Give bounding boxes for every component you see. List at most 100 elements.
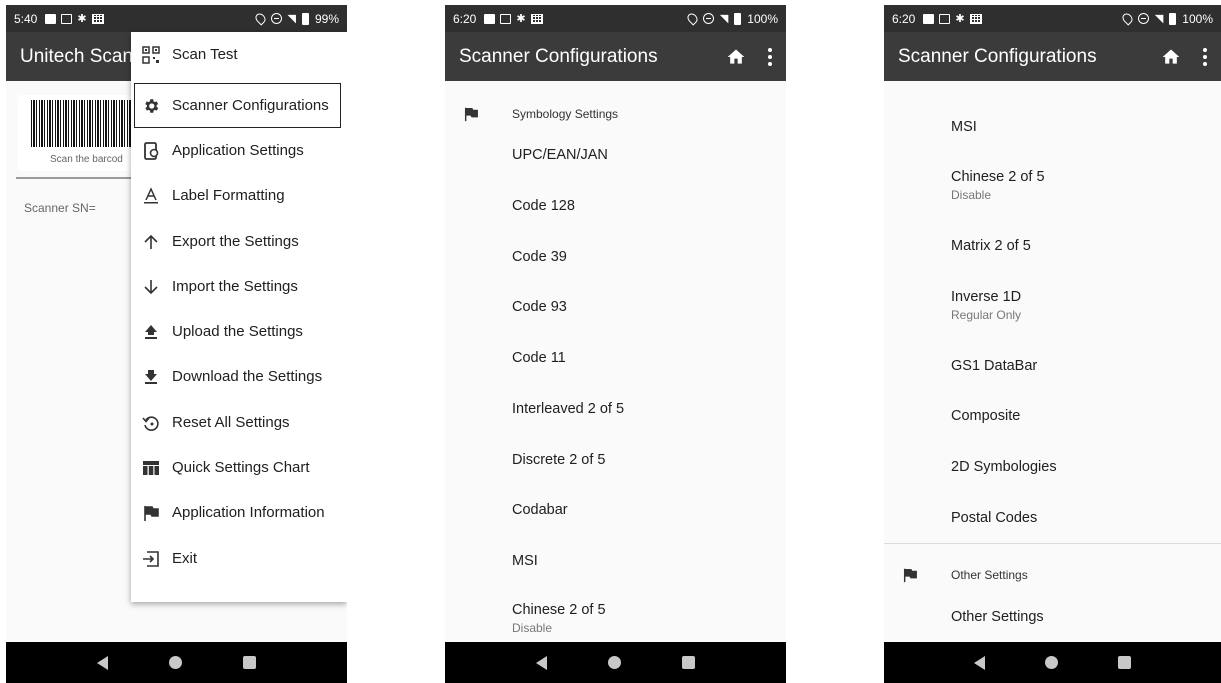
status-time: 6:20 bbox=[892, 11, 916, 26]
battery-icon bbox=[734, 12, 742, 25]
barcode-image bbox=[31, 100, 136, 147]
section-header-other: Other Settings bbox=[884, 553, 1221, 597]
image-notification-icon bbox=[484, 13, 496, 24]
menu-item-label-formatting[interactable]: Label Formatting bbox=[131, 173, 347, 218]
phone-screen-symbology-list-scrolled: 6:20 ✱ ◥ 100% Scanner Configurations MSI… bbox=[884, 5, 1221, 683]
menu-item-import-settings[interactable]: Import the Settings bbox=[131, 264, 347, 309]
list-item[interactable]: Codabar bbox=[512, 485, 786, 535]
list-item[interactable]: Code 11 bbox=[512, 333, 786, 383]
recent-apps-icon[interactable] bbox=[1118, 656, 1131, 669]
menu-item-label: Download the Settings bbox=[172, 368, 323, 385]
menu-item-reset-settings[interactable]: Reset All Settings bbox=[131, 400, 347, 445]
list-item-label: Chinese 2 of 5 bbox=[512, 601, 606, 618]
list-item-label: Code 128 bbox=[512, 198, 575, 214]
cast-notification-icon bbox=[500, 13, 512, 24]
do-not-disturb-icon bbox=[1137, 13, 1149, 24]
menu-item-application-information[interactable]: Application Information bbox=[131, 490, 347, 535]
battery-percent: 99% bbox=[314, 11, 339, 26]
status-time: 6:20 bbox=[453, 11, 477, 26]
list-item[interactable]: Code 93 bbox=[512, 282, 786, 332]
recent-apps-icon[interactable] bbox=[243, 656, 257, 669]
list-item[interactable]: Chinese 2 of 5 Disable bbox=[512, 593, 786, 643]
home-circle-icon[interactable] bbox=[607, 656, 621, 669]
phone-screen-menu: 5:40 ✱ ◥ 99% Unitech Scan Scan the barco… bbox=[6, 5, 347, 683]
list-item[interactable]: GS1 DataBar bbox=[951, 341, 1221, 391]
menu-item-label: Application Settings bbox=[172, 142, 304, 159]
cast-notification-icon bbox=[61, 13, 73, 24]
do-not-disturb-icon bbox=[702, 13, 714, 24]
list-item[interactable]: Interleaved 2 of 5 bbox=[512, 384, 786, 434]
battery-icon bbox=[301, 12, 309, 25]
list-item[interactable]: 2D Symbologies bbox=[951, 442, 1221, 492]
list-item[interactable]: Discrete 2 of 5 bbox=[512, 435, 786, 485]
battery-percent: 100% bbox=[747, 11, 778, 26]
list-item[interactable]: UPC/EAN/JAN bbox=[512, 130, 786, 180]
list-item-label: Interleaved 2 of 5 bbox=[512, 401, 625, 417]
battery-percent: 100% bbox=[1182, 11, 1213, 26]
list-item[interactable]: MSI bbox=[512, 536, 786, 586]
menu-item-label: Quick Settings Chart bbox=[172, 459, 310, 476]
list-item[interactable]: Chinese 2 of 5 Disable bbox=[951, 160, 1221, 210]
bluetooth-icon: ✱ bbox=[955, 13, 965, 25]
overflow-menu-icon[interactable] bbox=[1203, 47, 1207, 66]
list-item[interactable]: Matrix 2 of 5 bbox=[951, 221, 1221, 271]
battery-icon bbox=[1169, 12, 1177, 25]
menu-item-exit[interactable]: Exit bbox=[131, 536, 347, 581]
list-item-label: UPC/EAN/JAN bbox=[512, 147, 608, 163]
list-item[interactable]: Inverse 1D Regular Only bbox=[951, 280, 1221, 330]
status-bar: 6:20 ✱ ◥ 100% bbox=[445, 5, 786, 32]
list-item-label: Matrix 2 of 5 bbox=[951, 238, 1031, 254]
text-format-icon bbox=[142, 186, 160, 205]
recent-apps-icon[interactable] bbox=[682, 656, 696, 669]
menu-item-scan-test[interactable]: Scan Test bbox=[131, 32, 347, 77]
list-item[interactable]: Code 128 bbox=[512, 181, 786, 231]
menu-item-upload-settings[interactable]: Upload the Settings bbox=[131, 309, 347, 354]
list-item[interactable]: Postal Codes bbox=[951, 493, 1221, 543]
list-item[interactable]: Other Settings bbox=[951, 592, 1221, 642]
list-item-label: MSI bbox=[512, 553, 538, 569]
list-item-label: Composite bbox=[951, 408, 1021, 424]
arrow-up-icon bbox=[142, 233, 160, 251]
navigation-bar bbox=[6, 642, 347, 683]
flag-icon bbox=[142, 504, 160, 522]
wifi-icon: ◥ bbox=[719, 13, 729, 25]
wifi-icon: ◥ bbox=[1154, 13, 1164, 25]
list-item-summary: Disable bbox=[512, 620, 553, 635]
home-icon[interactable] bbox=[1161, 47, 1181, 67]
section-title: Symbology Settings bbox=[512, 107, 619, 121]
do-not-disturb-icon bbox=[270, 13, 282, 24]
navigation-bar bbox=[445, 642, 786, 683]
back-icon[interactable] bbox=[96, 655, 108, 670]
overflow-menu-icon[interactable] bbox=[768, 47, 772, 66]
divider bbox=[16, 177, 141, 179]
menu-item-quick-settings-chart[interactable]: Quick Settings Chart bbox=[131, 445, 347, 490]
location-icon bbox=[685, 11, 700, 26]
menu-item-export-settings[interactable]: Export the Settings bbox=[131, 219, 347, 264]
upload-icon bbox=[142, 323, 160, 341]
list-item[interactable]: MSI bbox=[951, 102, 1221, 152]
app-title: Scanner Configurations bbox=[898, 45, 1097, 67]
menu-item-application-settings[interactable]: Application Settings bbox=[131, 128, 347, 173]
list-item[interactable]: Composite bbox=[951, 391, 1221, 441]
wifi-icon: ◥ bbox=[287, 13, 296, 25]
back-icon[interactable] bbox=[974, 655, 985, 670]
home-circle-icon[interactable] bbox=[168, 656, 182, 669]
back-icon[interactable] bbox=[535, 655, 547, 670]
cast-notification-icon bbox=[939, 13, 951, 24]
bluetooth-icon: ✱ bbox=[516, 13, 526, 25]
home-icon[interactable] bbox=[726, 47, 746, 67]
device-settings-icon bbox=[142, 141, 160, 160]
keyboard-notification-icon bbox=[91, 13, 104, 24]
menu-item-label: Application Information bbox=[172, 504, 325, 521]
keyboard-notification-icon bbox=[530, 13, 543, 24]
menu-item-download-settings[interactable]: Download the Settings bbox=[131, 354, 347, 399]
menu-item-scanner-configurations[interactable]: Scanner Configurations bbox=[134, 83, 341, 128]
bluetooth-icon: ✱ bbox=[77, 13, 87, 25]
scanner-serial-number: Scanner SN= bbox=[24, 201, 96, 215]
section-title: Other Settings bbox=[951, 568, 1028, 582]
image-notification-icon bbox=[45, 13, 57, 24]
list-item[interactable]: Code 39 bbox=[512, 232, 786, 282]
keyboard-notification-icon bbox=[969, 13, 982, 24]
home-circle-icon[interactable] bbox=[1045, 656, 1058, 669]
scan-caption: Scan the barcod bbox=[50, 154, 123, 165]
